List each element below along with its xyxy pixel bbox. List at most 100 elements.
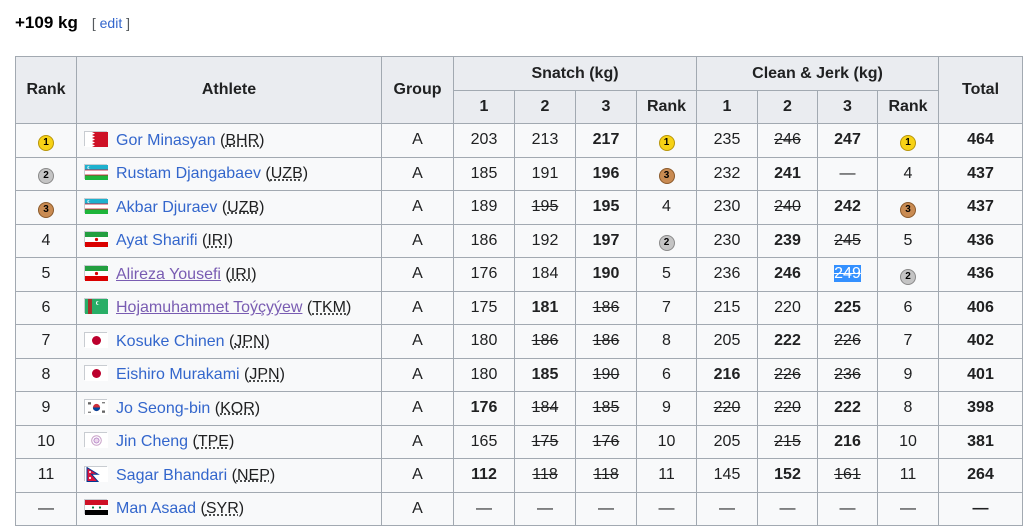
snatch-rank-cell: 1 bbox=[636, 123, 697, 158]
noc-abbr[interactable]: IRI bbox=[207, 232, 227, 249]
cj-rank-cell: 1 bbox=[877, 123, 939, 158]
bronze-medal-icon: 3 bbox=[658, 168, 675, 185]
cj-3-cell: 225 bbox=[817, 290, 878, 325]
noc-abbr[interactable]: UZB bbox=[271, 165, 303, 182]
snatch-2-cell: 184 bbox=[514, 257, 576, 292]
athlete-link[interactable]: Man Asaad bbox=[116, 500, 196, 517]
athlete-link[interactable]: Akbar Djuraev bbox=[116, 199, 217, 216]
snatch-2-cell-value: 184 bbox=[531, 265, 559, 283]
total-cell: 437 bbox=[938, 156, 1023, 191]
snatch-2-cell-value: 184 bbox=[531, 399, 559, 417]
snatch-2-cell-value: 175 bbox=[531, 432, 559, 450]
table-row: 5 Alireza Yousefi (IRI) A 176 184 190 5 236 246 2… bbox=[15, 257, 1023, 292]
total-cell: 437 bbox=[938, 190, 1023, 225]
noc-abbr[interactable]: SYR bbox=[206, 500, 239, 517]
cj-2-cell: 222 bbox=[757, 324, 818, 359]
cj-2-cell-value: 246 bbox=[774, 131, 801, 149]
rank-cell: 11 bbox=[15, 458, 77, 493]
snatch-2-cell: 191 bbox=[514, 156, 576, 191]
snatch-3-cell-value: 196 bbox=[592, 164, 620, 182]
athlete-link[interactable]: Eishiro Murakami bbox=[116, 366, 240, 383]
snatch-1-cell-value: 112 bbox=[471, 466, 497, 484]
snatch-3-cell: 185 bbox=[575, 391, 637, 426]
group-value: A bbox=[412, 164, 423, 182]
snatch-rank-cell-value: — bbox=[658, 499, 675, 517]
snatch-rank-cell-value: 11 bbox=[658, 466, 675, 484]
athlete-link[interactable]: Jin Cheng bbox=[116, 433, 188, 450]
cj-2-cell: 241 bbox=[757, 156, 818, 191]
edit-bracket-close: ] bbox=[122, 15, 130, 31]
cj-3-cell: — bbox=[817, 156, 878, 191]
cj-3-cell-value: 245 bbox=[834, 231, 861, 249]
athlete-cell: Kosuke Chinen (JPN) bbox=[76, 324, 382, 359]
cj-2-cell-value: 215 bbox=[774, 432, 801, 450]
noc-abbr[interactable]: KOR bbox=[220, 400, 255, 417]
table-row: 8 Eishiro Murakami (JPN) A 180 185 190 6 216 226… bbox=[15, 357, 1023, 392]
noc-abbr[interactable]: NEP bbox=[237, 467, 270, 484]
snatch-rank-cell-value: 6 bbox=[662, 365, 671, 383]
cj-2-cell-value: 220 bbox=[774, 399, 801, 417]
snatch-3-cell: 186 bbox=[575, 324, 637, 359]
noc-abbr[interactable]: BHR bbox=[225, 132, 259, 149]
noc-paren-close: ) bbox=[259, 131, 265, 149]
athlete-link[interactable]: Alireza Yousefi bbox=[116, 266, 221, 283]
noc-abbr[interactable]: JPN bbox=[249, 366, 279, 383]
rank-cell-value: 10 bbox=[37, 432, 55, 450]
snatch-1-cell-value: 186 bbox=[470, 231, 498, 249]
noc-abbr[interactable]: UZB bbox=[227, 199, 259, 216]
cj-rank-cell-value: 4 bbox=[903, 164, 913, 182]
athlete-link[interactable]: Sagar Bhandari bbox=[116, 467, 227, 484]
rank-cell: — bbox=[15, 491, 77, 526]
snatch-1-cell: 180 bbox=[453, 324, 515, 359]
cj-1-cell-value: 230 bbox=[713, 231, 741, 249]
cj-2-cell: 226 bbox=[757, 357, 818, 392]
snatch-3-cell: 118 bbox=[575, 458, 637, 493]
snatch-3-cell: 186 bbox=[575, 290, 637, 325]
athlete-link[interactable]: Rustam Djangabaev bbox=[116, 165, 261, 182]
snatch-1-cell: 176 bbox=[453, 257, 515, 292]
snatch-rank-cell: 9 bbox=[636, 391, 697, 426]
athlete-link[interactable]: Kosuke Chinen bbox=[116, 333, 225, 350]
noc-abbr[interactable]: TPE bbox=[198, 433, 229, 450]
rank-cell-value: 8 bbox=[41, 365, 51, 383]
noc-abbr[interactable]: TKM bbox=[312, 299, 346, 316]
cj-3-cell-value: 236 bbox=[834, 365, 861, 383]
edit-link[interactable]: edit bbox=[100, 15, 123, 31]
snatch-3-cell-value: 190 bbox=[592, 365, 620, 383]
cj-1-cell-value: 145 bbox=[713, 466, 741, 484]
cj-3-cell: 249 bbox=[817, 257, 878, 292]
header-snatch: Snatch (kg) bbox=[453, 56, 697, 91]
snatch-1-cell: 185 bbox=[453, 156, 515, 191]
athlete-cell: Sagar Bhandari (NEP) bbox=[76, 458, 382, 493]
snatch-3-cell-value: 176 bbox=[592, 432, 620, 450]
table-row: 10 Jin Cheng (TPE) A 165 175 176 10 205 215 216 10… bbox=[15, 424, 1023, 459]
athlete-cell: Jin Cheng (TPE) bbox=[76, 424, 382, 459]
group-value: A bbox=[412, 131, 423, 149]
header-clean-jerk: Clean & Jerk (kg) bbox=[696, 56, 939, 91]
group-cell: A bbox=[381, 290, 454, 325]
group-value: A bbox=[412, 399, 423, 417]
snatch-rank-cell-value: 10 bbox=[657, 432, 676, 450]
athlete-link[interactable]: Gor Minasyan bbox=[116, 132, 216, 149]
silver-medal-icon: 2 bbox=[658, 235, 675, 252]
header-rank: Rank bbox=[15, 56, 77, 124]
noc-abbr[interactable]: JPN bbox=[234, 333, 264, 350]
athlete-link[interactable]: Hojamuhammet Toýçyýew bbox=[116, 299, 302, 316]
bronze-medal-icon: 3 bbox=[900, 201, 916, 218]
athlete-link[interactable]: Jo Seong-bin bbox=[116, 400, 210, 417]
athlete-link[interactable]: Ayat Sharifi bbox=[116, 232, 198, 249]
rank-cell-value: 5 bbox=[41, 265, 51, 283]
noc-abbr[interactable]: IRI bbox=[231, 266, 251, 283]
total-cell: 401 bbox=[938, 357, 1023, 392]
cj-3-cell-value: — bbox=[839, 164, 856, 182]
snatch-2-cell-value: 185 bbox=[531, 365, 559, 383]
athlete-cell: Rustam Djangabaev (UZB) bbox=[76, 156, 382, 191]
cj-2-cell-value: 239 bbox=[774, 231, 801, 249]
snatch-2-cell: 186 bbox=[514, 324, 576, 359]
cj-3-cell-value: 249 bbox=[834, 265, 861, 283]
cj-1-cell: 232 bbox=[696, 156, 758, 191]
cj-2-cell: 246 bbox=[757, 257, 818, 292]
header-cj-rank: Rank bbox=[877, 90, 939, 124]
cj-2-cell: 246 bbox=[757, 123, 818, 158]
cj-3-cell-value: — bbox=[839, 499, 856, 517]
